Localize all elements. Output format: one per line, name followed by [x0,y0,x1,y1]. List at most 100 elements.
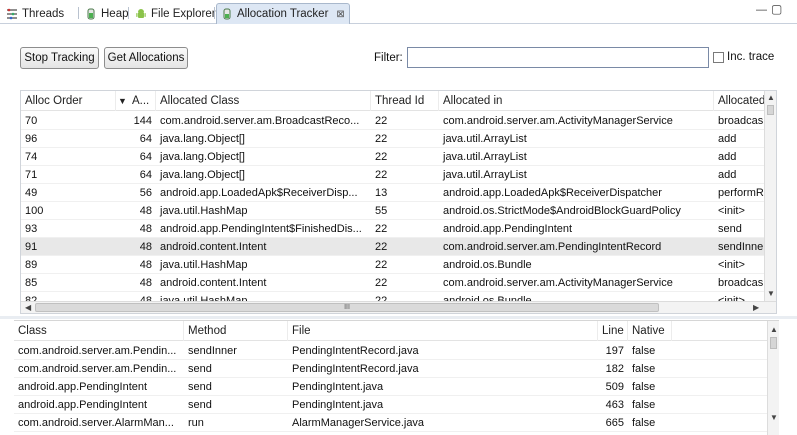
column-header-allocated-class[interactable]: Allocated Class [156,91,371,111]
inc-trace-label: Inc. trace [727,51,775,63]
scroll-up-arrow-icon[interactable]: ▲ [767,93,775,102]
table-row[interactable]: 70 144 com.android.server.am.BroadcastReco… [21,112,766,130]
cell-allocated-class: java.lang.Object[] [160,133,245,145]
tab-threads-label: Threads [22,7,65,20]
cell-allocated-in: android.os.StrictMode$AndroidBlockGuardP… [443,205,681,217]
cell-alloc-order: 74 [25,151,38,163]
cell-native: false [632,363,656,375]
column-header-allocated-in[interactable]: Allocated in [439,91,714,111]
table-row[interactable]: com.android.server.am.Pendin... sendInner… [14,342,767,360]
cell-allocated-method: send [718,223,742,235]
column-header-file[interactable]: File [288,321,598,341]
table-row[interactable]: 74 64 java.lang.Object[] 22 java.util.ArrayL… [21,148,766,166]
get-allocations-button[interactable]: Get Allocations [104,47,188,69]
cell-allocated-in: android.app.PendingIntent [443,223,573,235]
cell-allocated-method: broadcas [718,277,764,289]
allocation-table-header: Alloc Order ▼ A... Allocated Class Threa… [21,91,776,111]
cell-allocated-size: 144 [133,115,152,127]
scroll-right-arrow-icon[interactable]: ▶ [753,303,759,312]
table-row[interactable]: 91 48 android.content.Intent 22 com.android.… [21,238,766,256]
column-header-thread-id[interactable]: Thread Id [371,91,439,111]
column-header-allocated-size[interactable]: A... [128,91,156,111]
table-row[interactable]: 85 48 android.content.Intent 22 com.android.… [21,274,766,292]
table-row[interactable]: 49 56 android.app.LoadedApk$ReceiverDisp..… [21,184,766,202]
cell-allocated-size: 64 [139,133,152,145]
cell-allocated-in: android.app.LoadedApk$ReceiverDispatcher [443,187,662,199]
inc-trace-checkbox[interactable] [713,52,724,63]
close-icon[interactable]: ⊠ [336,9,344,20]
sort-descending-icon[interactable]: ▼ [116,91,128,111]
filter-input[interactable] [407,47,709,68]
table-row[interactable]: 71 64 java.lang.Object[] 22 java.util.ArrayL… [21,166,766,184]
cell-allocated-size: 48 [139,241,152,253]
cell-line: 665 [605,417,624,429]
tab-heap[interactable]: Heap [81,3,133,24]
allocation-icon [223,8,231,20]
cell-allocated-class: android.content.Intent [160,277,267,289]
cell-allocated-method: sendInne [718,241,764,253]
cell-thread-id: 22 [375,151,388,163]
cell-allocated-in: com.android.server.am.PendingIntentRecor… [443,241,662,253]
table-row[interactable]: com.android.server.AlarmMan... run AlarmMa… [14,414,767,432]
cell-class: android.app.PendingIntent [18,381,148,393]
vertical-scrollbar[interactable]: ▲ ▼ [764,91,776,303]
stack-trace-vertical-scrollbar[interactable]: ▲ ▼ [767,321,779,435]
horizontal-scroll-thumb[interactable]: III [35,303,659,312]
cell-allocated-size: 56 [139,187,152,199]
cell-allocated-in: java.util.ArrayList [443,133,527,145]
cell-file: PendingIntentRecord.java [292,363,419,375]
column-header-allocated-method[interactable]: Allocated [714,91,766,111]
cell-file: AlarmManagerService.java [292,417,425,429]
cell-allocated-size: 48 [139,277,152,289]
cell-native: false [632,399,656,411]
column-header-line[interactable]: Line [598,321,628,341]
horizontal-scrollbar[interactable]: ◀ III ▶ [21,301,776,313]
cell-class: android.app.PendingIntent [18,399,148,411]
table-row[interactable]: 96 64 java.lang.Object[] 22 java.util.ArrayL… [21,130,766,148]
cell-allocated-class: java.util.HashMap [160,205,248,217]
allocation-table: Alloc Order ▼ A... Allocated Class Threa… [20,90,777,314]
cell-allocated-size: 64 [139,151,152,163]
cell-file: PendingIntentRecord.java [292,345,419,357]
table-row[interactable]: android.app.PendingIntent send PendingInte… [14,396,767,414]
minimize-icon[interactable]: — [756,4,767,16]
vertical-scroll-thumb[interactable] [770,337,777,349]
tab-divider [78,7,79,19]
column-header-alloc-order[interactable]: Alloc Order [21,91,116,111]
scroll-down-arrow-icon[interactable]: ▼ [770,413,778,422]
cell-class: com.android.server.am.Pendin... [18,345,177,357]
scroll-up-arrow-icon[interactable]: ▲ [770,325,778,334]
tab-threads[interactable]: Threads [2,3,68,24]
maximize-icon[interactable]: ▢ [771,2,782,16]
column-header-class[interactable]: Class [14,321,184,341]
tab-allocation-tracker[interactable]: Allocation Tracker ⊠ [216,3,350,24]
stop-tracking-button[interactable]: Stop Tracking [20,47,99,69]
cell-alloc-order: 49 [25,187,38,199]
column-header-method[interactable]: Method [184,321,288,341]
cell-thread-id: 22 [375,277,388,289]
cell-thread-id: 55 [375,205,388,217]
cell-thread-id: 22 [375,223,388,235]
cell-thread-id: 22 [375,259,388,271]
cell-file: PendingIntent.java [292,381,384,393]
scroll-left-arrow-icon[interactable]: ◀ [25,303,31,312]
vertical-scroll-thumb[interactable] [767,105,774,115]
cell-method: sendInner [188,345,237,357]
table-row[interactable]: 93 48 android.app.PendingIntent$FinishedDi… [21,220,766,238]
cell-allocated-method: add [718,169,737,181]
cell-allocated-class: android.content.Intent [160,241,267,253]
tab-heap-label: Heap [101,7,129,20]
scroll-down-arrow-icon[interactable]: ▼ [767,289,775,298]
table-row[interactable]: android.app.PendingIntent send PendingInte… [14,378,767,396]
panel-splitter[interactable] [0,316,797,319]
table-row[interactable]: 89 48 java.util.HashMap 22 android.os.Bundle… [21,256,766,274]
table-row[interactable]: 100 48 java.util.HashMap 55 android.os.Stric… [21,202,766,220]
column-header-native[interactable]: Native [628,321,672,341]
cell-method: send [188,399,212,411]
tab-file-explorer[interactable]: File Explorer [131,3,220,24]
cell-line: 197 [605,345,624,357]
cell-class: com.android.server.am.Pendin... [18,363,177,375]
heap-icon [87,8,95,19]
cell-alloc-order: 100 [25,205,44,217]
table-row[interactable]: com.android.server.am.Pendin... send Pendi… [14,360,767,378]
